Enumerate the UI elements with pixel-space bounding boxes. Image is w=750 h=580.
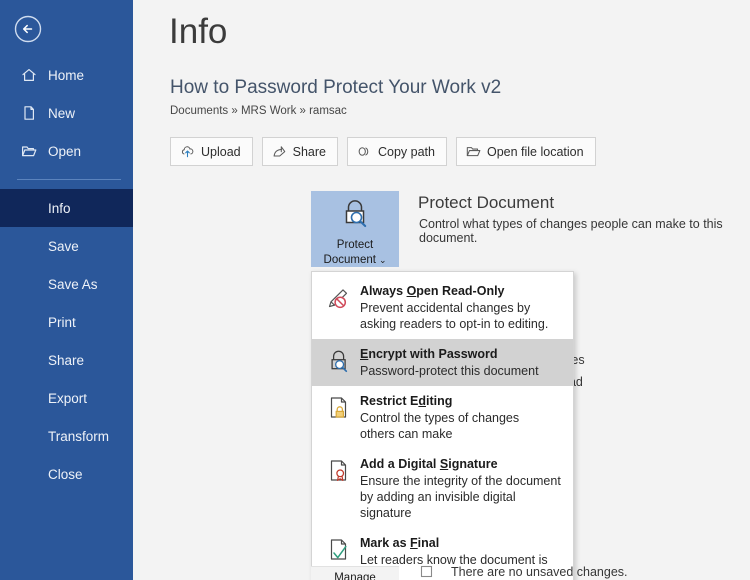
- breadcrumb: Documents » MRS Work » ramsac: [170, 105, 347, 117]
- sidebar-item-label: Open: [48, 143, 82, 159]
- manage-tile-label: Manage: [334, 572, 376, 580]
- sidebar-item-label: Transform: [48, 428, 110, 444]
- button-label: Open file location: [486, 144, 584, 159]
- sidebar-item-share[interactable]: Share: [0, 341, 133, 379]
- sidebar-item-label: Print: [48, 314, 76, 330]
- protect-document-heading: Protect Document: [418, 193, 555, 212]
- menu-item-title: Restrict Editing: [360, 394, 453, 408]
- sidebar-item-open[interactable]: Open: [0, 132, 133, 170]
- back-arrow-icon[interactable]: [13, 14, 43, 44]
- file-actions-toolbar: Upload Share Copy path Open file locatio…: [170, 137, 596, 166]
- menu-item-description: Ensure the integrity of the document by …: [360, 474, 561, 520]
- sidebar-item-label: Close: [48, 466, 83, 482]
- info-pane: Info How to Password Protect Your Work v…: [133, 0, 750, 580]
- page-title: Info: [169, 12, 228, 51]
- share-button[interactable]: Share: [261, 137, 338, 166]
- protect-document-dropdown-menu: Always Open Read-Only Prevent accidental…: [311, 271, 574, 580]
- menu-item-title: Always Open Read-Only: [360, 284, 505, 298]
- menu-item-encrypt-with-password[interactable]: Encrypt with Password Password-protect t…: [312, 339, 573, 386]
- backstage-sidebar: Home New Open Info Save Save As Print Sh…: [0, 0, 133, 580]
- tile-label-line-1: Protect: [336, 239, 374, 251]
- sidebar-nav-list: Home New Open Info Save Save As Print Sh…: [0, 56, 133, 493]
- menu-item-description: Control the types of changes others can …: [360, 411, 520, 441]
- sidebar-item-label: Home: [48, 67, 85, 83]
- sidebar-item-label: Share: [48, 352, 85, 368]
- button-label: Upload: [201, 144, 241, 159]
- word-backstage-info-screen: Home New Open Info Save Save As Print Sh…: [0, 0, 750, 580]
- sidebar-item-save[interactable]: Save: [0, 227, 133, 265]
- button-label: Share: [292, 144, 326, 159]
- document-title: How to Password Protect Your Work v2: [170, 77, 502, 98]
- home-icon: [12, 67, 46, 83]
- sidebar-item-info[interactable]: Info: [0, 189, 133, 227]
- protect-document-tile-label: Protect Document ⌄: [324, 238, 387, 268]
- sidebar-item-export[interactable]: Export: [0, 379, 133, 417]
- padlock-magnifier-icon: [322, 346, 356, 374]
- menu-item-restrict-editing[interactable]: Restrict Editing Control the types of ch…: [312, 386, 573, 449]
- sidebar-item-label: Save: [48, 238, 79, 254]
- open-file-location-button[interactable]: Open file location: [455, 137, 596, 166]
- sidebar-divider: [17, 179, 121, 180]
- sidebar-item-label: Info: [48, 200, 71, 216]
- menu-item-text: Restrict Editing Control the types of ch…: [356, 393, 556, 442]
- page-icon: [12, 105, 46, 121]
- sidebar-item-close[interactable]: Close: [0, 455, 133, 493]
- copy-path-button[interactable]: Copy path: [346, 137, 447, 166]
- menu-item-description: Password-protect this document: [360, 364, 539, 378]
- sidebar-item-save-as[interactable]: Save As: [0, 265, 133, 303]
- menu-item-title: Add a Digital Signature: [360, 457, 498, 471]
- share-icon: [272, 144, 287, 159]
- document-lock-icon: [322, 393, 356, 421]
- menu-item-add-a-digital-signature[interactable]: Add a Digital Signature Ensure the integ…: [312, 449, 573, 528]
- open-folder-icon: [466, 144, 481, 159]
- menu-item-text: Encrypt with Password Password-protect t…: [356, 346, 565, 379]
- menu-item-title: Encrypt with Password: [360, 347, 498, 361]
- document-seal-icon: [322, 456, 356, 484]
- protect-document-button[interactable]: Protect Document ⌄: [311, 191, 399, 267]
- button-label: Copy path: [377, 144, 435, 159]
- unsaved-changes-note: There are no unsaved changes.: [451, 565, 628, 579]
- lock-magnifier-icon: [337, 197, 373, 236]
- sidebar-item-label: New: [48, 105, 76, 121]
- tile-label-line-2-wrap: Document ⌄: [324, 253, 387, 268]
- pencil-no-entry-icon: [322, 283, 356, 311]
- protect-document-description: Control what types of changes people can…: [419, 217, 723, 245]
- tile-label-line-2: Document: [323, 254, 376, 266]
- sidebar-item-print[interactable]: Print: [0, 303, 133, 341]
- folder-icon: [12, 143, 46, 159]
- menu-item-always-open-read-only[interactable]: Always Open Read-Only Prevent accidental…: [312, 276, 573, 339]
- sidebar-item-transform[interactable]: Transform: [0, 417, 133, 455]
- checkbox-icon: [420, 565, 433, 580]
- sidebar-item-home[interactable]: Home: [0, 56, 133, 94]
- cloud-upload-icon: [180, 144, 195, 159]
- link-icon: [357, 144, 372, 159]
- menu-item-text: Add a Digital Signature Ensure the integ…: [356, 456, 564, 521]
- sidebar-item-new[interactable]: New: [0, 94, 133, 132]
- menu-item-title: Mark as Final: [360, 536, 440, 550]
- upload-button[interactable]: Upload: [170, 137, 253, 166]
- sidebar-item-label: Export: [48, 390, 88, 406]
- chevron-down-icon: ⌄: [378, 255, 387, 265]
- document-check-icon: [322, 535, 356, 563]
- sidebar-item-label: Save As: [48, 276, 98, 292]
- menu-item-text: Always Open Read-Only Prevent accidental…: [356, 283, 560, 332]
- menu-item-description: Prevent accidental changes by asking rea…: [360, 301, 549, 331]
- manage-document-button[interactable]: Manage: [311, 566, 399, 580]
